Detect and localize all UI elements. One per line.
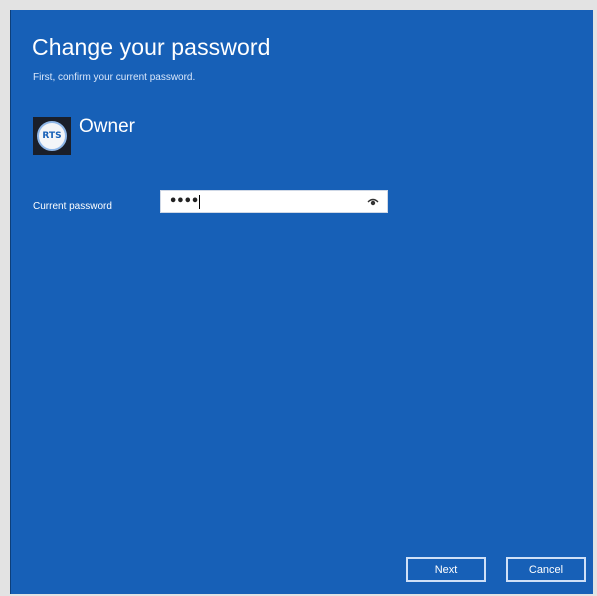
avatar: RTS bbox=[33, 117, 71, 155]
next-button[interactable]: Next bbox=[406, 557, 486, 582]
account-name: Owner bbox=[79, 116, 135, 137]
password-mask: •••• bbox=[169, 194, 199, 209]
page-subtitle: First, confirm your current password. bbox=[33, 72, 196, 83]
avatar-logo: RTS bbox=[37, 121, 67, 151]
cancel-button[interactable]: Cancel bbox=[506, 557, 586, 582]
current-password-field[interactable]: •••• bbox=[160, 190, 388, 213]
current-password-label: Current password bbox=[33, 201, 112, 212]
page-title: Change your password bbox=[32, 34, 271, 60]
window-frame: Change your password First, confirm your… bbox=[0, 0, 597, 596]
text-caret bbox=[199, 195, 200, 209]
change-password-dialog: Change your password First, confirm your… bbox=[10, 10, 593, 594]
eye-icon[interactable] bbox=[367, 197, 379, 207]
